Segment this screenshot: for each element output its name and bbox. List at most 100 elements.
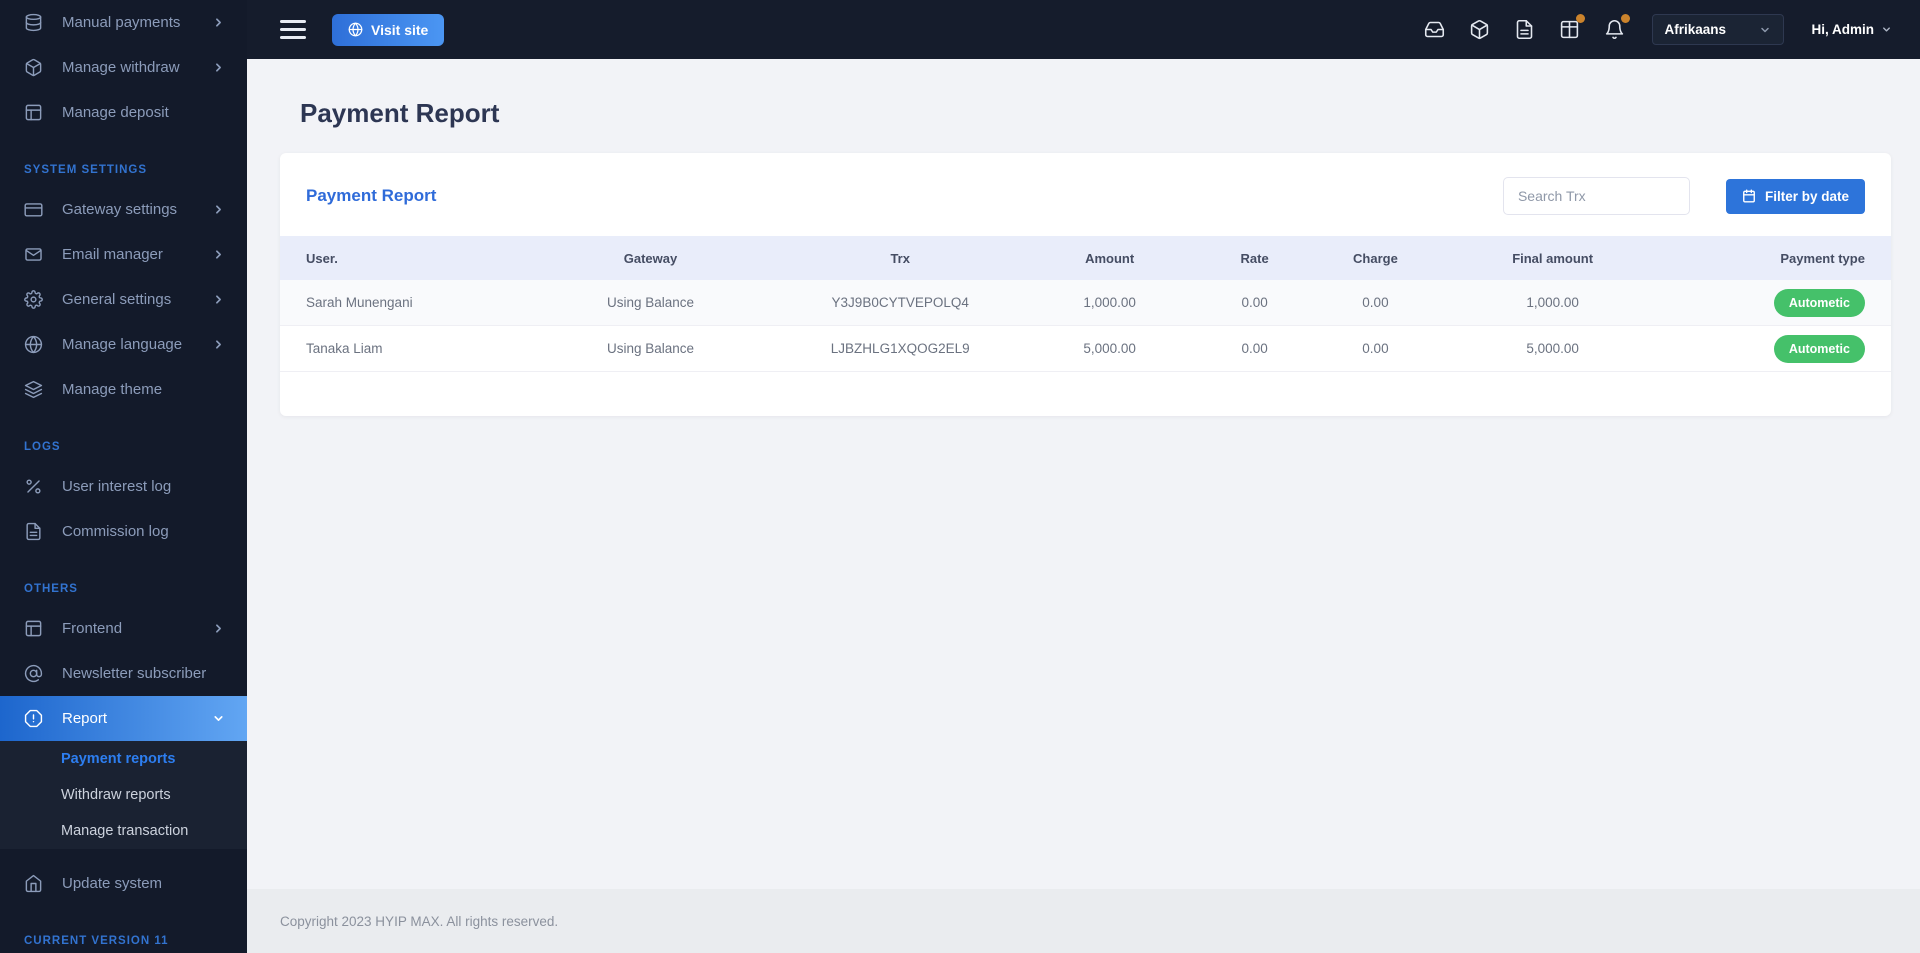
globe-icon [24,335,43,354]
sidebar-item-label: Manage language [62,336,183,353]
sidebar: Manual payments Manage withdraw Manage dep… [0,0,247,953]
page-title: Payment Report [300,98,500,128]
home-icon [24,874,43,893]
admin-user-menu[interactable]: Hi, Admin [1812,22,1893,37]
filter-by-date-button[interactable]: Filter by date [1725,178,1865,214]
sidebar-item-newsletter-subscriber[interactable]: Newsletter subscriber [0,651,247,696]
sidebar-section-header: CURRENT VERSION 11 [24,935,169,947]
table-header-row: User. Gateway Trx Amount Rate Charge Final amo… [280,236,1891,280]
cell-user: Tanaka Liam [306,341,383,356]
sidebar-item-label: Report [62,710,108,727]
main-column: Visit site Afrikaans Hi, Admin Payment R… [247,0,1920,953]
sidebar-section-header: SYSTEM SETTINGS [24,164,147,176]
at-sign-icon [24,664,43,683]
inbox-icon[interactable] [1424,19,1445,40]
sidebar-subitem-withdraw-reports[interactable]: Withdraw reports [0,777,247,813]
credit-card-icon [24,200,43,219]
package-icon [24,58,43,77]
payment-type-badge: Autometic [1773,288,1865,317]
chevron-right-icon [212,622,225,635]
table-body: Sarah Munengani Using Balance Y3J9B0CYTVEP… [280,280,1891,372]
sidebar-item-label: General settings [62,291,172,308]
sidebar-item-user-interest-log[interactable]: User interest log [0,464,247,509]
layout-icon [24,619,43,638]
sidebar-item-general-settings[interactable]: General settings [0,277,247,322]
cell-gateway: Using Balance [606,341,695,356]
column-header-payment-type: Payment type [1780,250,1865,266]
sidebar-subitem-payment-reports[interactable]: Payment reports [0,741,247,777]
chevron-right-icon [212,338,225,351]
cell-rate: 0.00 [1241,295,1268,310]
sidebar-item-email-manager[interactable]: Email manager [0,232,247,277]
page-content: Payment Report Payment Report Filter by … [247,59,1920,889]
column-header-gateway: Gateway [623,250,678,266]
sidebar-item-manage-language[interactable]: Manage language [0,322,247,367]
payment-report-table: User. Gateway Trx Amount Rate Charge Final amo… [280,236,1891,416]
payment-type-badge: Autometic [1773,334,1865,363]
language-dropdown[interactable]: Afrikaans [1651,14,1784,45]
column-header-user: User. [306,250,338,266]
cell-trx: Y3J9B0CYTVEPOLQ4 [831,295,969,310]
card-header-actions: Filter by date [1502,177,1865,215]
sidebar-subitem-manage-transaction[interactable]: Manage transaction [0,813,247,849]
sidebar-nav: Manual payments Manage withdraw Manage dep… [0,0,247,953]
cell-charge: 0.00 [1362,341,1389,356]
card-bottom-spacer [280,372,1891,416]
envelope-icon [24,245,43,264]
globe-icon [348,22,363,37]
visit-site-button[interactable]: Visit site [332,13,445,46]
chevron-right-icon [212,293,225,306]
cell-final-amount: 5,000.00 [1526,341,1579,356]
file-text-icon[interactable] [1514,19,1535,40]
sidebar-item-commission-log[interactable]: Commission log [0,509,247,554]
sidebar-item-gateway-settings[interactable]: Gateway settings [0,187,247,232]
column-header-rate: Rate [1240,250,1269,266]
sidebar-item-label: Manage theme [62,381,163,398]
chevron-right-icon [212,203,225,216]
sidebar-item-manage-deposit[interactable]: Manage deposit [0,90,247,135]
navbar-right: Afrikaans Hi, Admin [1400,14,1893,45]
admin-user-label: Hi, Admin [1811,22,1875,37]
sidebar-item-label: Frontend [62,620,123,637]
cell-user: Sarah Munengani [306,295,413,310]
card-header: Payment Report Filter by date [280,153,1891,236]
sidebar-item-label: Manage deposit [62,104,169,121]
bell-icon[interactable] [1604,14,1630,40]
cell-final-amount: 1,000.00 [1526,295,1579,310]
database-icon [24,13,43,32]
chevron-right-icon [212,61,225,74]
alert-octagon-icon [24,709,43,728]
hamburger-menu-icon[interactable] [280,20,306,39]
sidebar-item-manage-theme[interactable]: Manage theme [0,367,247,412]
search-trx-input[interactable] [1502,177,1690,215]
cell-rate: 0.00 [1241,341,1268,356]
cell-trx: LJBZHLG1XQOG2EL9 [830,341,970,356]
top-navbar: Visit site Afrikaans Hi, Admin [247,0,1920,59]
table-row: Tanaka Liam Using Balance LJBZHLG1XQOG2EL9… [280,326,1891,372]
table-row: Sarah Munengani Using Balance Y3J9B0CYTVEP… [280,280,1891,326]
chevron-right-icon [212,248,225,261]
sidebar-item-report[interactable]: Report [0,696,247,741]
chevron-down-icon [1759,24,1771,36]
column-header-final-amount: Final amount [1512,250,1594,266]
layout-icon [24,103,43,122]
notification-dot [1575,14,1585,23]
chevron-right-icon [212,16,225,29]
package-icon[interactable] [1469,19,1490,40]
cell-gateway: Using Balance [606,295,695,310]
grid-icon[interactable] [1559,14,1585,40]
sidebar-item-frontend[interactable]: Frontend [0,606,247,651]
visit-site-label: Visit site [371,21,429,38]
cell-payment-type: Autometic [1649,288,1891,317]
card-title: Payment Report [306,186,437,205]
layers-icon [24,380,43,399]
cell-payment-type: Autometic [1649,334,1891,363]
sidebar-item-label: User interest log [62,478,172,495]
sidebar-item-update-system[interactable]: Update system [0,861,247,906]
language-dropdown-value: Afrikaans [1664,22,1727,37]
sidebar-item-label: Commission log [62,523,169,540]
sidebar-section-header: OTHERS [24,583,78,595]
sidebar-item-manage-withdraw[interactable]: Manage withdraw [0,45,247,90]
sidebar-item-manual-payments[interactable]: Manual payments [0,0,247,45]
